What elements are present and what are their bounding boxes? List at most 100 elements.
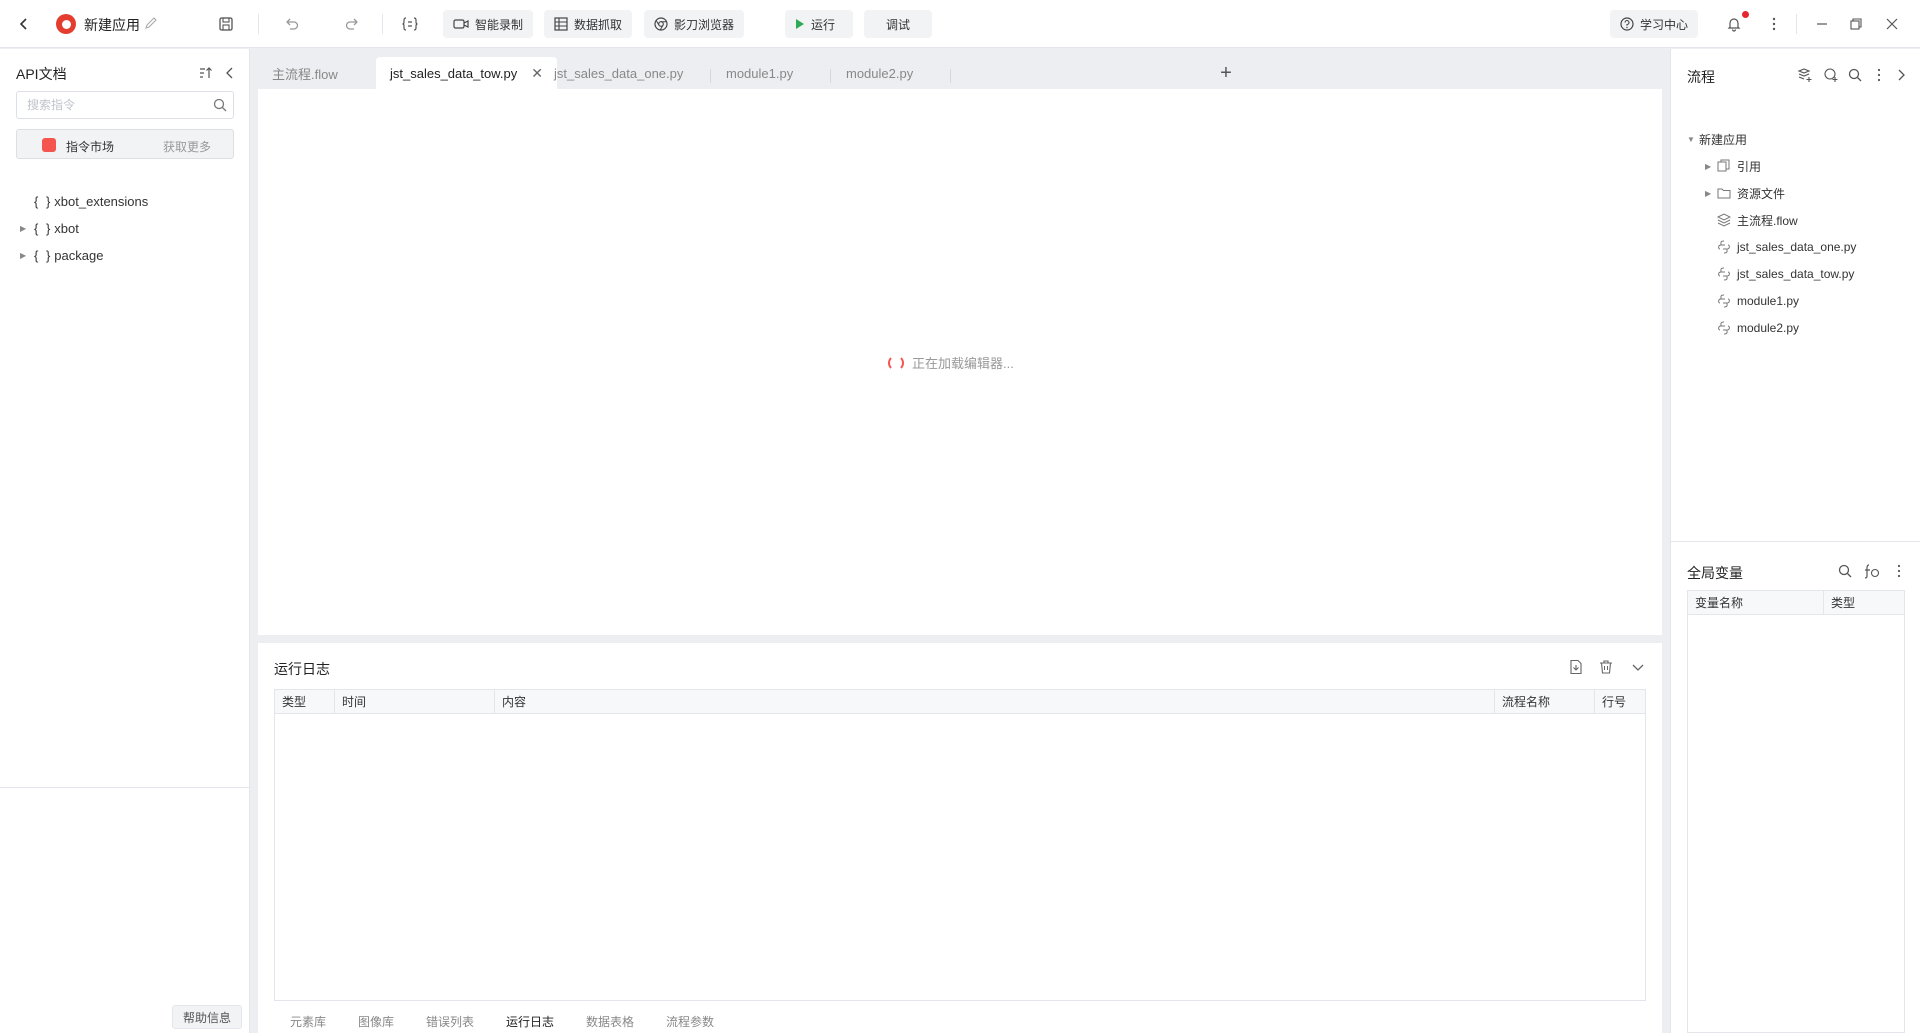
- search-icon[interactable]: [213, 98, 227, 112]
- vars-table-header: 变量名称 类型: [1688, 591, 1904, 615]
- panel-divider[interactable]: [0, 787, 250, 788]
- flow-tree-item[interactable]: module1.py: [1717, 290, 1799, 312]
- undo-icon[interactable]: [280, 12, 304, 36]
- tab-data-table[interactable]: 数据表格: [586, 1013, 634, 1030]
- more-vertical-icon[interactable]: [1871, 67, 1887, 83]
- search-icon[interactable]: [1837, 563, 1853, 579]
- close-window-icon[interactable]: [1880, 12, 1904, 36]
- expand-caret-icon[interactable]: ▶: [1705, 162, 1717, 171]
- collapse-left-icon[interactable]: [222, 65, 238, 81]
- browser-label: 影刀浏览器: [674, 17, 735, 32]
- back-arrow-icon[interactable]: [12, 12, 36, 36]
- flow-tree-label: 资源文件: [1737, 186, 1786, 201]
- log-table-header: 类型 时间 内容 流程名称 行号: [275, 690, 1645, 714]
- tab-main-flow[interactable]: 主流程.flow: [258, 57, 352, 89]
- run-button[interactable]: 运行: [785, 10, 853, 38]
- api-tree-item[interactable]: ▶ { } package: [20, 244, 103, 266]
- smart-record-label: 智能录制: [475, 17, 524, 32]
- column-header[interactable]: 时间: [335, 690, 495, 714]
- layers-icon: [1716, 213, 1732, 227]
- api-docs-title: API文档: [16, 66, 67, 82]
- add-python-module-icon[interactable]: [1823, 67, 1839, 83]
- panel-divider[interactable]: [1671, 541, 1920, 542]
- tab-module2[interactable]: module2.py: [832, 57, 927, 89]
- redo-icon[interactable]: [340, 12, 364, 36]
- column-header[interactable]: 内容: [495, 690, 1495, 714]
- browser-icon: [654, 17, 668, 31]
- flow-tree-item[interactable]: module2.py: [1717, 317, 1799, 339]
- tab-module1[interactable]: module1.py: [712, 57, 807, 89]
- table-grid-icon: [554, 17, 568, 31]
- column-header[interactable]: 流程名称: [1495, 690, 1595, 714]
- flow-tree-item[interactable]: jst_sales_data_tow.py: [1717, 263, 1854, 285]
- tab-jst-sales-data-tow[interactable]: jst_sales_data_tow.py ✕: [376, 57, 557, 89]
- column-header[interactable]: 类型: [1824, 591, 1906, 615]
- smart-record-button[interactable]: 智能录制: [443, 10, 534, 38]
- debug-button[interactable]: 调试: [864, 10, 932, 38]
- api-tree-label: package: [54, 247, 104, 263]
- column-header[interactable]: 行号: [1595, 690, 1647, 714]
- add-flow-icon[interactable]: [1797, 67, 1813, 83]
- flow-tree-label: 新建应用: [1699, 132, 1748, 147]
- tab-element-library[interactable]: 元素库: [290, 1013, 326, 1030]
- code-editor-area[interactable]: 正在加载编辑器...: [258, 89, 1662, 635]
- tab-flow-params[interactable]: 流程参数: [666, 1013, 714, 1030]
- flow-tree-root[interactable]: ▼ 新建应用: [1687, 128, 1747, 150]
- help-info-button[interactable]: 帮助信息: [172, 1005, 243, 1029]
- data-capture-button[interactable]: 数据抓取: [544, 10, 633, 38]
- edit-pencil-icon[interactable]: [144, 16, 158, 30]
- tab-error-list[interactable]: 错误列表: [426, 1013, 474, 1030]
- api-search-input[interactable]: [17, 92, 233, 118]
- tab-label: module1.py: [726, 65, 794, 81]
- api-tree-item[interactable]: ▶ { } xbot: [20, 217, 79, 239]
- tab-run-log[interactable]: 运行日志: [506, 1013, 554, 1030]
- get-more-link[interactable]: 获取更多: [163, 138, 211, 155]
- flow-tree-label: jst_sales_data_one.py: [1737, 240, 1857, 254]
- app-logo-icon: [56, 14, 76, 34]
- tab-image-library[interactable]: 图像库: [358, 1013, 394, 1030]
- api-search-box: [16, 91, 234, 119]
- minimize-icon[interactable]: [1810, 12, 1834, 36]
- top-toolbar: 新建应用 智能录制 数据抓取 影刀浏览器 运行 调试 学习中心: [0, 0, 1920, 48]
- python-icon: [1717, 267, 1731, 281]
- more-vertical-icon[interactable]: [1762, 12, 1786, 36]
- command-market-button[interactable]: 指令市场 获取更多: [16, 129, 234, 159]
- chevron-down-icon[interactable]: [1630, 659, 1646, 675]
- help-circle-icon: [1620, 17, 1634, 31]
- learning-center-label: 学习中心: [1640, 17, 1689, 32]
- sort-icon[interactable]: [198, 65, 214, 81]
- flow-tree-item[interactable]: ▶ 引用: [1705, 155, 1761, 177]
- flow-panel-title: 流程: [1687, 69, 1715, 85]
- tab-divider: [710, 69, 711, 83]
- trash-icon[interactable]: [1598, 659, 1614, 675]
- browser-button[interactable]: 影刀浏览器: [644, 10, 745, 38]
- restore-window-icon[interactable]: [1844, 12, 1868, 36]
- run-log-table: 类型 时间 内容 流程名称 行号: [274, 689, 1646, 1001]
- export-log-icon[interactable]: [1568, 659, 1584, 675]
- expand-caret-icon[interactable]: ▶: [20, 251, 30, 260]
- add-tab-icon[interactable]: +: [1216, 62, 1236, 84]
- api-tree-item[interactable]: { } xbot_extensions: [20, 190, 148, 212]
- flow-tree-item[interactable]: ▶ 资源文件: [1705, 182, 1785, 204]
- more-vertical-icon[interactable]: [1891, 563, 1907, 579]
- column-header[interactable]: 变量名称: [1688, 591, 1824, 615]
- run-label: 运行: [811, 17, 836, 32]
- namespace-braces-icon: { }: [34, 247, 53, 263]
- video-camera-icon: [453, 19, 469, 29]
- flow-tree-item[interactable]: 主流程.flow: [1716, 209, 1798, 231]
- search-icon[interactable]: [1847, 67, 1863, 83]
- flow-tree-item[interactable]: jst_sales_data_one.py: [1717, 236, 1856, 258]
- save-icon[interactable]: [214, 12, 238, 36]
- expand-caret-icon[interactable]: ▶: [20, 224, 30, 233]
- learning-center-button[interactable]: 学习中心: [1610, 10, 1699, 38]
- add-variable-icon[interactable]: [1863, 563, 1880, 579]
- code-braces-icon[interactable]: [398, 12, 422, 36]
- loading-text: 正在加载编辑器...: [912, 356, 1014, 371]
- reference-icon: [1717, 159, 1731, 173]
- tab-jst-sales-data-one[interactable]: jst_sales_data_one.py: [540, 57, 697, 89]
- expanded-caret-icon[interactable]: ▼: [1687, 135, 1699, 144]
- column-header[interactable]: 类型: [275, 690, 335, 714]
- collapse-right-icon[interactable]: [1893, 67, 1909, 83]
- expand-caret-icon[interactable]: ▶: [1705, 189, 1717, 198]
- namespace-braces-icon: { }: [34, 193, 53, 209]
